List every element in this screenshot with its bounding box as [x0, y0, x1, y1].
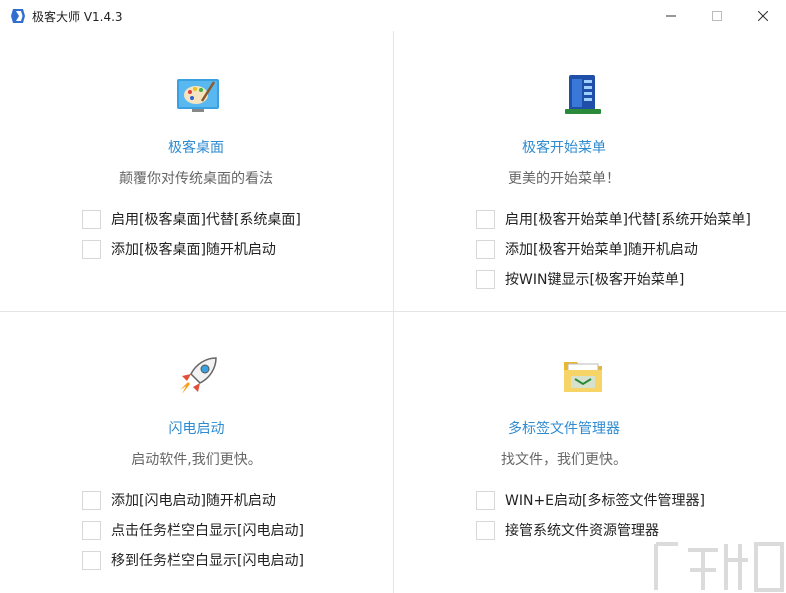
checkbox[interactable]: [82, 550, 101, 570]
option-list: 启用[极客开始菜单]代替[系统开始菜单] 添加[极客开始菜单]随开机启动 按WI…: [476, 209, 751, 299]
folder-icon: [561, 354, 605, 398]
checkbox[interactable]: [476, 269, 495, 289]
panel-title: 多标签文件管理器: [508, 421, 620, 437]
option-label: 启用[极客桌面]代替[系统桌面]: [111, 212, 301, 228]
option-label: 添加[极客开始菜单]随开机启动: [505, 242, 698, 258]
checkbox[interactable]: [476, 209, 495, 229]
app-logo-icon: [10, 8, 26, 24]
panel-subtitle: 颠覆你对传统桌面的看法: [119, 171, 273, 187]
checkbox[interactable]: [476, 490, 495, 510]
option-launcher-autostart[interactable]: 添加[闪电启动]随开机启动: [82, 490, 304, 510]
close-icon: [758, 10, 768, 21]
panel-title: 极客开始菜单: [522, 140, 606, 156]
option-label: 启用[极客开始菜单]代替[系统开始菜单]: [505, 212, 751, 228]
start-menu-icon: [561, 73, 605, 117]
checkbox[interactable]: [476, 520, 495, 540]
option-label: 添加[极客桌面]随开机启动: [111, 242, 276, 258]
panel-subtitle: 找文件，我们更快。: [501, 452, 627, 468]
panel-geek-desktop: 极客桌面 颠覆你对传统桌面的看法 启用[极客桌面]代替[系统桌面] 添加[极客桌…: [0, 31, 393, 311]
option-win-key-show[interactable]: 按WIN键显示[极客开始菜单]: [476, 269, 751, 289]
title-bar[interactable]: 极客大师 V1.4.3: [0, 0, 786, 31]
rocket-icon: [176, 354, 220, 398]
option-desktop-autostart[interactable]: 添加[极客桌面]随开机启动: [82, 239, 301, 259]
option-list: 添加[闪电启动]随开机启动 点击任务栏空白显示[闪电启动] 移到任务栏空白显示[…: [82, 490, 304, 580]
palette-icon: [176, 73, 220, 117]
maximize-button[interactable]: [694, 0, 740, 31]
checkbox[interactable]: [82, 490, 101, 510]
option-list: 启用[极客桌面]代替[系统桌面] 添加[极客桌面]随开机启动: [82, 209, 301, 269]
checkbox[interactable]: [82, 239, 101, 259]
option-replace-start-menu[interactable]: 启用[极客开始菜单]代替[系统开始菜单]: [476, 209, 751, 229]
maximize-icon: [712, 10, 722, 21]
panel-subtitle: 更美的开始菜单！: [508, 171, 620, 187]
option-label: 按WIN键显示[极客开始菜单]: [505, 272, 685, 288]
close-button[interactable]: [740, 0, 786, 31]
option-start-menu-autostart[interactable]: 添加[极客开始菜单]随开机启动: [476, 239, 751, 259]
option-label: 接管系统文件资源管理器: [505, 523, 659, 539]
minimize-icon: [666, 15, 676, 16]
option-label: 移到任务栏空白显示[闪电启动]: [111, 553, 304, 569]
checkbox[interactable]: [82, 520, 101, 540]
option-label: WIN+E启动[多标签文件管理器]: [505, 493, 705, 509]
window-title: 极客大师 V1.4.3: [32, 10, 123, 24]
watermark-logo-icon: [648, 530, 786, 593]
checkbox[interactable]: [82, 209, 101, 229]
panel-title: 闪电启动: [168, 421, 225, 437]
checkbox[interactable]: [476, 239, 495, 259]
option-win-e-launch[interactable]: WIN+E启动[多标签文件管理器]: [476, 490, 705, 510]
panel-flash-launch: 闪电启动 启动软件,我们更快。 添加[闪电启动]随开机启动 点击任务栏空白显示[…: [0, 312, 393, 592]
option-click-taskbar-show[interactable]: 点击任务栏空白显示[闪电启动]: [82, 520, 304, 540]
option-label: 添加[闪电启动]随开机启动: [111, 493, 276, 509]
minimize-button[interactable]: [648, 0, 694, 31]
panel-geek-start-menu: 极客开始菜单 更美的开始菜单！ 启用[极客开始菜单]代替[系统开始菜单] 添加[…: [394, 31, 786, 311]
option-replace-desktop[interactable]: 启用[极客桌面]代替[系统桌面]: [82, 209, 301, 229]
option-label: 点击任务栏空白显示[闪电启动]: [111, 523, 304, 539]
option-hover-taskbar-show[interactable]: 移到任务栏空白显示[闪电启动]: [82, 550, 304, 570]
panel-subtitle: 启动软件,我们更快。: [131, 452, 262, 468]
panel-title: 极客桌面: [168, 140, 224, 156]
